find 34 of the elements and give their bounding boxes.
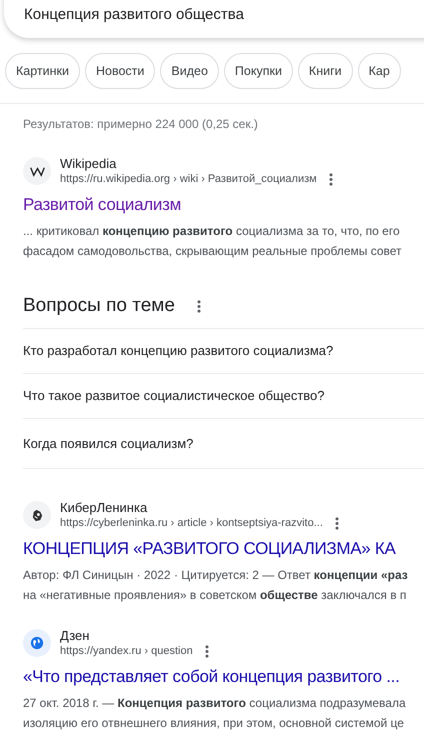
filter-chip[interactable]: Покупки [224,53,293,89]
filter-chip[interactable]: Новости [84,53,156,89]
search-field[interactable]: Концепция развитого общества [4,0,424,38]
question-item[interactable]: Что такое развитое социалистическое общество? [23,386,324,406]
result-stats: Результатов: примерно 224 000 (0,25 сек.) [22,116,259,133]
section-heading: Вопросы по теме [23,294,175,318]
site-name: КиберЛенинка [60,499,148,516]
result-title-link[interactable]: КОНЦЕПЦИЯ «РАЗВИТОГО СОЦИАЛИЗМА» КА [23,537,424,561]
result-title-link[interactable]: «Что представляет собой концепция развитого ... [23,665,424,689]
snippet-line: 27 окт. 2018 г. — Концепция развитого социализма подразумевала [23,695,407,712]
site-url: https://ru.wikipedia.org › wiki › Развитой_социализм [60,172,317,187]
question-item[interactable]: Кто разработал концепцию развитого социализма? [23,341,334,361]
snippet-line: Автор: ФЛ Синицын · 2022 · Цитируется: 2 — Ответ концепции «раз [23,567,409,584]
site-url: https://yandex.ru › question [60,644,193,659]
snippet-line: ... критиковал концепцию развитого социализма за то, что, по его [23,223,401,240]
snippet-line: изоляцию его отвнешнего влияния, при этом, основной системой це [23,715,405,732]
filter-chip[interactable]: Видео [160,53,219,89]
more-icon[interactable] [328,173,333,186]
site-icon [23,157,51,185]
filter-chip[interactable]: Картинки [5,53,80,89]
more-icon[interactable] [204,645,209,658]
snippet-line: фасадом самодовольства, скрывающим реальные проблемы совет [23,243,403,260]
site-url: https://cyberleninka.ru › article › kontseptsiya-razvito... [60,516,323,531]
filter-chip[interactable]: Книги [298,53,353,89]
question-item[interactable]: Когда появился социализм? [23,434,194,454]
more-icon[interactable] [196,300,201,313]
filter-chip[interactable]: Кар [358,53,401,89]
result-title-link[interactable]: Развитой социализм [23,193,424,217]
site-name: Дзен [60,627,90,644]
site-icon [23,629,51,657]
site-name: Wikipedia [60,155,118,172]
site-icon [23,501,51,529]
more-icon[interactable] [334,517,339,530]
snippet-line: на «негативные проявления» в советском обществе заключался в п [23,587,408,604]
